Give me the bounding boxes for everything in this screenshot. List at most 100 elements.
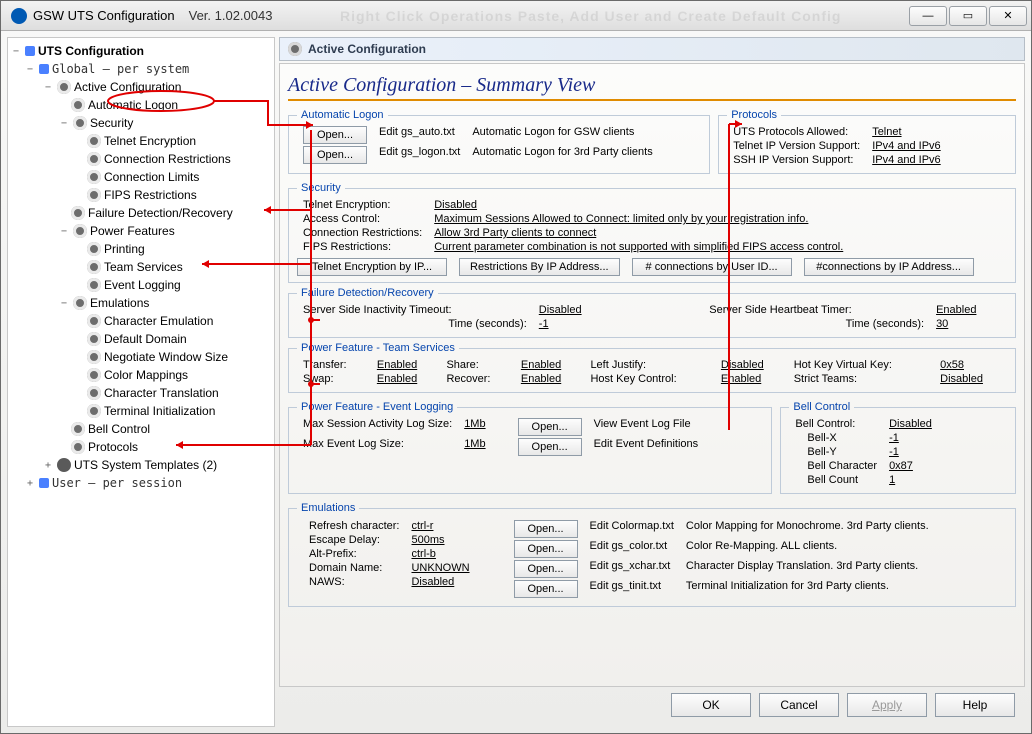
colormap-desc: Color Mapping for Monochrome. 3rd Party … [680, 519, 935, 539]
tree-failure-detection[interactable]: Failure Detection/Recovery [10, 204, 272, 222]
tree-active-config[interactable]: −Active Configuration [10, 78, 272, 96]
open-gs-logon-button[interactable]: Open... [303, 146, 367, 164]
connections-by-ip-button[interactable]: #connections by IP Address... [804, 258, 974, 276]
inactivity-time-value[interactable]: -1 [533, 317, 613, 331]
orange-divider [288, 99, 1016, 101]
fips-restrictions-value[interactable]: Current parameter combination is not sup… [428, 240, 849, 254]
tree-printing[interactable]: Printing [10, 240, 272, 258]
tree-system-templates[interactable]: +UTS System Templates (2) [10, 456, 272, 474]
access-control-value[interactable]: Maximum Sessions Allowed to Connect: lim… [428, 212, 849, 226]
content-pane: Active Configuration Active Configuratio… [279, 37, 1025, 727]
legend-bell-control: Bell Control [789, 401, 854, 413]
group-security: Security Telnet Encryption:Disabled Acce… [288, 182, 1016, 283]
apply-button[interactable]: Apply [847, 693, 927, 717]
open-eventdefs-button[interactable]: Open... [518, 438, 582, 456]
group-protocols: Protocols UTS Protocols Allowed:Telnet T… [718, 109, 1016, 174]
gear-icon [87, 188, 101, 202]
gear-icon [73, 116, 87, 130]
tree-team-services[interactable]: Team Services [10, 258, 272, 276]
bell-x-value[interactable]: -1 [883, 431, 938, 445]
recover-value[interactable]: Enabled [515, 372, 585, 386]
tree-power-features[interactable]: −Power Features [10, 222, 272, 240]
left-justify-value[interactable]: Disabled [715, 358, 788, 372]
bell-character-value[interactable]: 0x87 [883, 459, 938, 473]
heartbeat-timer-value[interactable]: Enabled [930, 303, 1007, 317]
telnet-encryption-by-ip-button[interactable]: Telnet Encryption by IP... [297, 258, 447, 276]
share-value[interactable]: Enabled [515, 358, 585, 372]
swap-value[interactable]: Enabled [371, 372, 441, 386]
open-gsxchar-button[interactable]: Open... [514, 560, 578, 578]
bell-count-value[interactable]: 1 [883, 473, 938, 487]
strict-teams-value[interactable]: Disabled [934, 372, 1007, 386]
tree-event-logging[interactable]: Event Logging [10, 276, 272, 294]
telnet-encryption-value[interactable]: Disabled [428, 198, 849, 212]
inactivity-timeout-value[interactable]: Disabled [533, 303, 613, 317]
tree-protocols[interactable]: Protocols [10, 438, 272, 456]
dialog-buttons: OK Cancel Apply Help [279, 687, 1025, 727]
cancel-button[interactable]: Cancel [759, 693, 839, 717]
tree-emulations[interactable]: −Emulations [10, 294, 272, 312]
alt-prefix-value[interactable]: ctrl-b [405, 547, 475, 561]
max-event-log-label: Max Event Log Size: [297, 437, 458, 457]
tree-bell-control[interactable]: Bell Control [10, 420, 272, 438]
inactivity-time-label: Time (seconds): [297, 317, 533, 331]
bell-y-value[interactable]: -1 [883, 445, 938, 459]
tree-pane[interactable]: −UTS Configuration −Global – per system … [7, 37, 275, 727]
window-title: GSW UTS Configuration [33, 8, 175, 23]
tree-color-mappings[interactable]: Color Mappings [10, 366, 272, 384]
heartbeat-time-value[interactable]: 30 [930, 317, 1007, 331]
tree-character-emulation[interactable]: Character Emulation [10, 312, 272, 330]
naws-value[interactable]: Disabled [405, 575, 475, 589]
telnet-ip-support-label: Telnet IP Version Support: [727, 139, 866, 153]
tree-connection-restrictions[interactable]: Connection Restrictions [10, 150, 272, 168]
tree-connection-limits[interactable]: Connection Limits [10, 168, 272, 186]
bell-control-value[interactable]: Disabled [883, 417, 938, 431]
naws-label: NAWS: [303, 575, 405, 589]
refresh-char-value[interactable]: ctrl-r [405, 519, 475, 533]
maximize-button[interactable]: ▭ [949, 6, 987, 26]
gear-icon [71, 98, 85, 112]
escape-delay-value[interactable]: 500ms [405, 533, 475, 547]
desc-3rdparty-clients: Automatic Logon for 3rd Party clients [466, 145, 658, 165]
tree-default-domain[interactable]: Default Domain [10, 330, 272, 348]
domain-name-value[interactable]: UNKNOWN [405, 561, 475, 575]
telnet-ip-support-value[interactable]: IPv4 and IPv6 [866, 139, 947, 153]
tree-security[interactable]: −Security [10, 114, 272, 132]
heartbeat-timer-label: Server Side Heartbeat Timer: [703, 303, 930, 317]
open-gs-auto-button[interactable]: Open... [303, 126, 367, 144]
transfer-label: Transfer: [297, 358, 371, 372]
open-gstinit-button[interactable]: Open... [514, 580, 578, 598]
restrictions-by-ip-button[interactable]: Restrictions By IP Address... [459, 258, 620, 276]
open-eventlog-button[interactable]: Open... [518, 418, 582, 436]
max-session-log-value[interactable]: 1Mb [458, 417, 491, 437]
gear-icon [71, 422, 85, 436]
connections-by-userid-button[interactable]: # connections by User ID... [632, 258, 792, 276]
open-colormap-button[interactable]: Open... [514, 520, 578, 538]
gear-icon [87, 134, 101, 148]
ssh-ip-support-value[interactable]: IPv4 and IPv6 [866, 153, 947, 167]
tree-global[interactable]: −Global – per system [10, 60, 272, 78]
transfer-value[interactable]: Enabled [371, 358, 441, 372]
hostkey-value[interactable]: Enabled [715, 372, 788, 386]
edit-gscolor-label: Edit gs_color.txt [584, 539, 680, 559]
hotkey-value[interactable]: 0x58 [934, 358, 1007, 372]
tree-telnet-encryption[interactable]: Telnet Encryption [10, 132, 272, 150]
open-gscolor-button[interactable]: Open... [514, 540, 578, 558]
tree-user[interactable]: +User – per session [10, 474, 272, 492]
protocols-allowed-label: UTS Protocols Allowed: [727, 125, 866, 139]
close-button[interactable]: ✕ [989, 6, 1027, 26]
minimize-button[interactable]: — [909, 6, 947, 26]
protocols-allowed-value[interactable]: Telnet [866, 125, 947, 139]
tree-automatic-logon[interactable]: Automatic Logon [10, 96, 272, 114]
tree-fips-restrictions[interactable]: FIPS Restrictions [10, 186, 272, 204]
tree-character-translation[interactable]: Character Translation [10, 384, 272, 402]
ok-button[interactable]: OK [671, 693, 751, 717]
domain-name-label: Domain Name: [303, 561, 405, 575]
connection-restrictions-value[interactable]: Allow 3rd Party clients to connect [428, 226, 849, 240]
tree-root[interactable]: −UTS Configuration [10, 42, 272, 60]
max-event-log-value[interactable]: 1Mb [458, 437, 491, 457]
tree-negotiate-window-size[interactable]: Negotiate Window Size [10, 348, 272, 366]
bell-x-label: Bell-X [789, 431, 883, 445]
tree-terminal-initialization[interactable]: Terminal Initialization [10, 402, 272, 420]
help-button[interactable]: Help [935, 693, 1015, 717]
